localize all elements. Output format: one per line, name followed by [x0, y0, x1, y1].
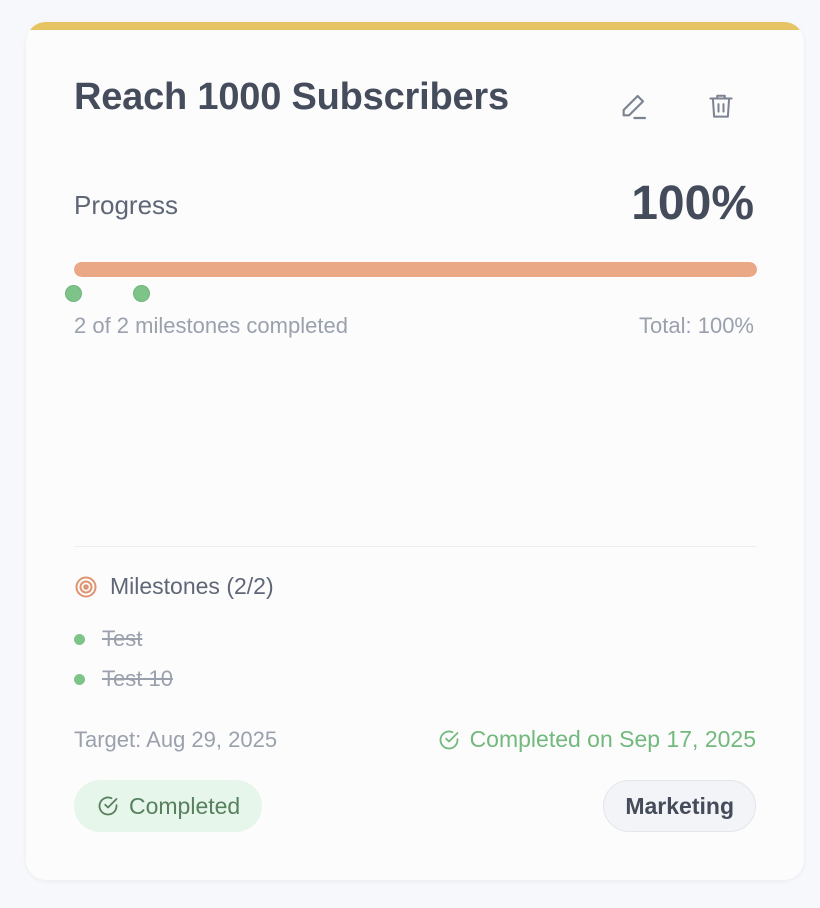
section-divider [74, 546, 757, 547]
progress-percentage: 100% [631, 177, 754, 230]
completed-date-text: Completed on Sep 17, 2025 [469, 726, 756, 752]
card-accent-bar [26, 22, 804, 30]
status-badge: Completed [74, 780, 263, 832]
milestone-item[interactable]: Test 10 [74, 659, 173, 699]
completed-date: Completed on Sep 17, 2025 [437, 726, 756, 753]
milestone-label: Test 10 [102, 666, 173, 691]
milestone-marker [134, 286, 149, 301]
milestone-done-dot [74, 633, 85, 645]
total-progress: Total: 100% [639, 313, 754, 338]
category-tag[interactable]: Marketing [603, 780, 756, 832]
milestone-list: Test Test 10 [74, 619, 173, 699]
target-icon [75, 576, 97, 597]
progress-bar [74, 262, 757, 277]
milestone-marker [66, 286, 81, 301]
pencil-icon [622, 94, 647, 120]
progress-label: Progress [74, 190, 179, 220]
goal-title: Reach 1000 Subscribers [74, 76, 509, 118]
milestones-summary: 2 of 2 milestones completed [74, 313, 348, 338]
progress-bar-fill [74, 262, 757, 277]
status-label: Completed [129, 792, 241, 819]
target-date: Target: Aug 29, 2025 [74, 727, 278, 752]
milestone-item[interactable]: Test [74, 619, 173, 659]
milestones-title: Milestones (2/2) [110, 573, 274, 599]
trash-icon [709, 94, 733, 118]
delete-button[interactable] [699, 84, 743, 128]
milestones-header: Milestones (2/2) [74, 573, 274, 600]
check-circle-icon [439, 730, 458, 749]
edit-button[interactable] [611, 84, 655, 128]
goal-card: Reach 1000 Subscribers Progress 100% 2 o… [26, 22, 804, 880]
milestone-label: Test [102, 626, 143, 651]
milestone-done-dot [74, 673, 85, 685]
check-circle-icon [98, 796, 118, 816]
